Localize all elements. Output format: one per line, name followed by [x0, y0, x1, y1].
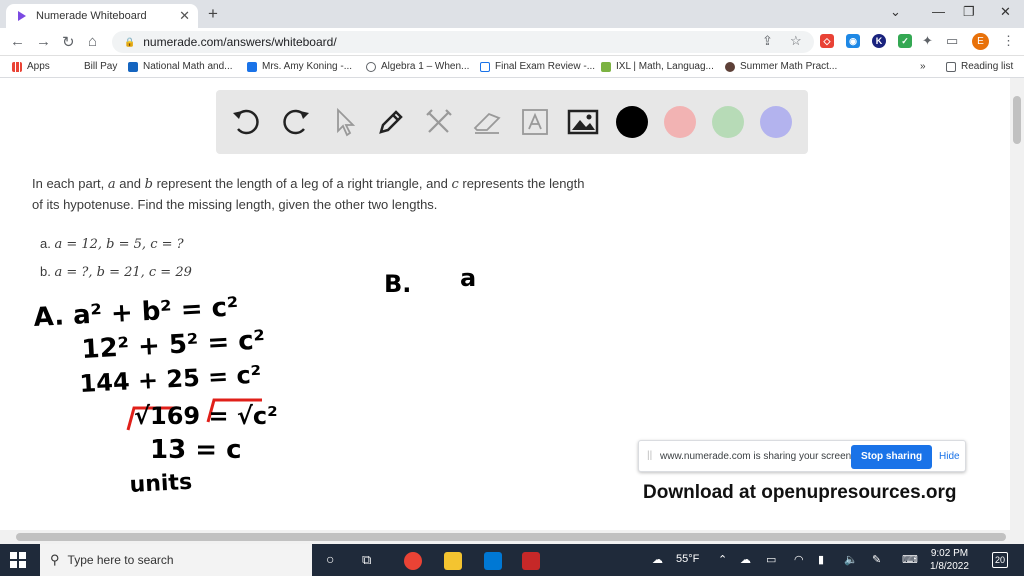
screen-share-bar: || www.numerade.com is sharing your scre…: [638, 440, 966, 472]
home-icon[interactable]: ⌂: [88, 33, 97, 50]
more-bookmarks-icon[interactable]: »: [920, 61, 926, 72]
hw-part-b-start: a: [460, 264, 476, 292]
drag-handle-icon[interactable]: ||: [647, 450, 652, 461]
tab-search-icon[interactable]: ⌄: [890, 4, 901, 20]
address-bar-row: ← → ↻ ⌂ 🔒 numerade.com/answers/whiteboar…: [0, 28, 1024, 56]
hide-button[interactable]: Hide: [939, 451, 960, 462]
hw-line-3: 144 + 25 = c²: [79, 361, 262, 398]
hw-line-5: 13 = c: [150, 435, 241, 465]
bookmark-item[interactable]: Final Exam Review -...: [480, 61, 595, 72]
search-placeholder: Type here to search: [67, 553, 174, 567]
windows-start-icon[interactable]: [10, 552, 26, 568]
file-explorer-icon[interactable]: [444, 552, 462, 570]
forward-icon[interactable]: →: [36, 33, 51, 50]
hw-part-b-label: B.: [384, 270, 411, 298]
lock-icon: 🔒: [124, 36, 136, 47]
url-field[interactable]: 🔒 numerade.com/answers/whiteboard/: [112, 31, 814, 53]
browser-tab[interactable]: Numerade Whiteboard ✕: [6, 4, 198, 28]
taskbar-search-box[interactable]: ⚲ Type here to search: [40, 544, 312, 576]
app-icon[interactable]: [522, 552, 540, 570]
share-message: www.numerade.com is sharing your screen.: [660, 451, 854, 462]
bookmarks-bar: Apps Bill Pay National Math and... Mrs. …: [0, 56, 1024, 78]
hw-line-1: A. a² + b² = c²: [33, 292, 239, 333]
wifi-icon[interactable]: ◠: [794, 553, 804, 566]
tab-title: Numerade Whiteboard: [36, 10, 147, 22]
title-bar: Numerade Whiteboard ✕ + ⌄ — ❐ ✕: [0, 0, 1024, 28]
bookmark-apps[interactable]: Apps: [12, 61, 50, 72]
keyboard-icon[interactable]: ⌨: [902, 553, 918, 566]
store-icon[interactable]: [484, 552, 502, 570]
bookmark-favicon-icon: [128, 61, 138, 72]
reload-icon[interactable]: ↻: [62, 33, 75, 51]
onedrive-icon[interactable]: ☁: [740, 553, 751, 566]
reading-list[interactable]: Reading list: [946, 61, 1013, 72]
weather-icon[interactable]: ☁: [652, 553, 663, 566]
new-tab-icon[interactable]: +: [208, 4, 218, 24]
bookmark-item[interactable]: Mrs. Amy Koning -...: [247, 61, 352, 72]
bookmark-star-icon[interactable]: ☆: [790, 33, 802, 49]
close-window-icon[interactable]: ✕: [1000, 4, 1011, 20]
cast-icon[interactable]: ▭: [946, 33, 958, 49]
hw-line-4: √169 = √c²: [134, 402, 278, 430]
bookmark-item[interactable]: Summer Math Pract...: [725, 61, 837, 72]
watermark-text: Download at openupresources.org: [643, 482, 957, 503]
reading-list-icon: [946, 61, 956, 72]
scroll-thumb[interactable]: [16, 533, 1006, 541]
volume-icon[interactable]: 🔈: [844, 553, 858, 566]
hw-line-6: units: [129, 470, 193, 498]
stop-sharing-button[interactable]: Stop sharing: [851, 445, 932, 469]
ixl-icon: [601, 61, 611, 72]
close-tab-icon[interactable]: ✕: [179, 8, 190, 24]
clock-date: 1/8/2022: [930, 561, 969, 572]
bookmark-favicon-icon: [725, 61, 735, 72]
tray-chevron-icon[interactable]: ⌃: [718, 553, 727, 566]
task-view-icon[interactable]: ⧉: [362, 552, 371, 568]
cortana-icon[interactable]: ○: [326, 551, 334, 567]
bookmark-item[interactable]: Bill Pay: [84, 61, 117, 72]
search-icon: ⚲: [50, 552, 60, 567]
chrome-icon[interactable]: [404, 552, 422, 570]
bookmark-item[interactable]: IXL | Math, Languag...: [601, 61, 714, 72]
url-text: numerade.com/answers/whiteboard/: [143, 35, 337, 49]
share-icon[interactable]: ⇪: [762, 33, 773, 49]
menu-icon[interactable]: ⋮: [1002, 33, 1015, 49]
globe-icon: [366, 61, 376, 72]
minimize-icon[interactable]: —: [932, 4, 945, 19]
network-icon[interactable]: ▭: [766, 553, 776, 566]
horizontal-scrollbar[interactable]: [0, 530, 1024, 544]
weather-temp: 55°F: [676, 553, 700, 565]
whiteboard-canvas[interactable]: In each part, a and b represent the leng…: [0, 78, 1010, 530]
windows-taskbar: ⚲ Type here to search ○ ⧉ ☁ 55°F ⌃ ☁ ▭ ◠…: [0, 544, 1024, 576]
numerade-logo-icon: [18, 11, 26, 21]
vertical-scrollbar[interactable]: [1010, 78, 1024, 530]
apps-grid-icon: [12, 61, 22, 72]
taskbar-clock[interactable]: 9:02 PM 1/8/2022: [930, 547, 969, 573]
restore-icon[interactable]: ❐: [963, 4, 975, 20]
profile-avatar[interactable]: E: [972, 33, 989, 50]
extension-icon[interactable]: ◇: [820, 34, 834, 48]
clock-time: 9:02 PM: [930, 548, 969, 559]
extension-icon[interactable]: ✓: [898, 34, 912, 48]
scroll-thumb[interactable]: [1013, 96, 1021, 144]
hw-line-2: 12² + 5² = c²: [81, 325, 266, 365]
bookmark-item[interactable]: National Math and...: [128, 61, 233, 72]
extension-icon[interactable]: ◉: [846, 34, 860, 48]
battery-icon[interactable]: ▮: [818, 553, 824, 566]
bookmark-favicon-icon: [480, 61, 490, 72]
bookmark-item[interactable]: Algebra 1 – When...: [366, 61, 469, 72]
pen-tray-icon[interactable]: ✎: [872, 553, 881, 566]
notifications-badge[interactable]: 20: [992, 552, 1008, 568]
extension-icon[interactable]: K: [872, 34, 886, 48]
bookmark-favicon-icon: [247, 61, 257, 72]
back-icon[interactable]: ←: [10, 33, 25, 50]
extensions-puzzle-icon[interactable]: ✦: [922, 33, 933, 49]
